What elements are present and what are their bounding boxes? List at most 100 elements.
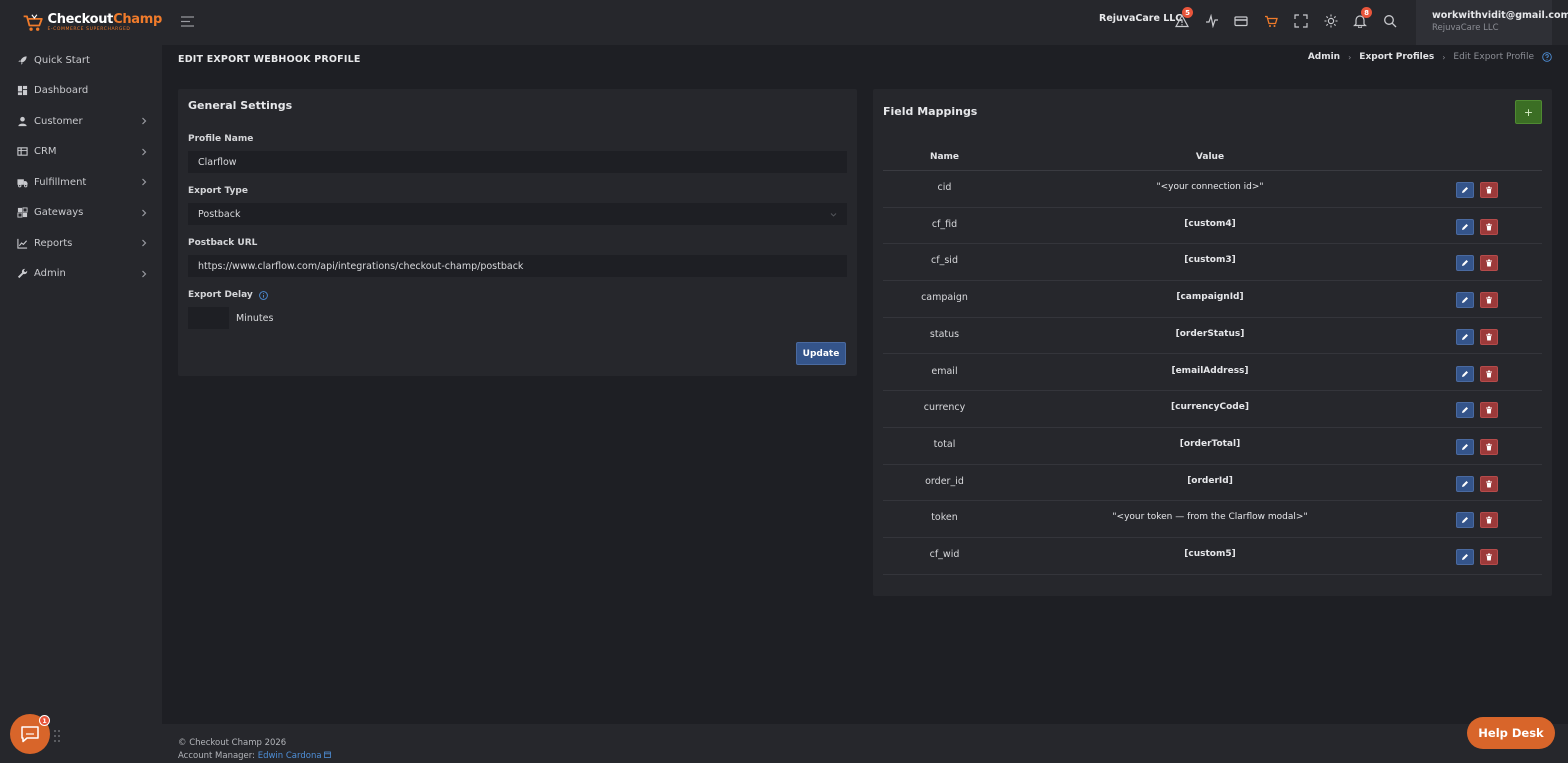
delete-mapping-button[interactable] — [1480, 512, 1498, 529]
edit-mapping-button[interactable] — [1456, 218, 1474, 235]
edit-mapping-button[interactable] — [1456, 292, 1474, 309]
breadcrumb: Admin › Export Profiles › Edit Export Pr… — [1308, 52, 1552, 62]
delete-mapping-button[interactable] — [1480, 255, 1498, 272]
sidebar-item-label: Quick Start — [34, 54, 90, 66]
chevron-right-icon — [142, 178, 147, 186]
credit-card-icon[interactable] — [1234, 14, 1248, 28]
delete-mapping-button[interactable] — [1480, 402, 1498, 419]
delete-mapping-button[interactable] — [1480, 549, 1498, 565]
chevron-down-icon — [830, 213, 837, 217]
trash-icon — [1486, 296, 1492, 304]
search-icon[interactable] — [1383, 14, 1397, 28]
mapping-value: [orderTotal] — [1179, 438, 1241, 449]
help-desk-button[interactable]: Help Desk — [1467, 717, 1555, 749]
breadcrumb-export-profiles[interactable]: Export Profiles — [1359, 52, 1434, 62]
delete-mapping-button[interactable] — [1480, 218, 1498, 235]
delete-mapping-button[interactable] — [1480, 328, 1498, 345]
sidebar-item-label: Gateways — [34, 207, 84, 219]
user-icon — [17, 116, 28, 127]
pencil-icon — [1462, 517, 1468, 524]
pencil-icon — [1462, 297, 1468, 304]
add-mapping-button[interactable]: + — [1515, 100, 1542, 124]
edit-mapping-button[interactable] — [1456, 255, 1474, 272]
sidebar-item-admin[interactable]: Admin — [0, 259, 162, 290]
delete-mapping-button[interactable] — [1480, 475, 1498, 492]
edit-mapping-button[interactable] — [1456, 549, 1474, 565]
sidebar-item-quick-start[interactable]: Quick Start — [0, 45, 162, 76]
edit-mapping-button[interactable] — [1456, 438, 1474, 455]
profile-name-input[interactable]: Clarflow — [188, 151, 847, 173]
edit-mapping-button[interactable] — [1456, 365, 1474, 382]
export-delay-input[interactable] — [188, 307, 229, 329]
export-delay-label: Export Delay — [188, 290, 253, 300]
general-settings-card: General Settings Profile Name Clarflow E… — [178, 89, 857, 376]
account-manager-link[interactable]: Edwin Cardona — [258, 751, 322, 761]
help-circle-icon[interactable] — [1542, 52, 1552, 62]
update-button[interactable]: Update — [796, 342, 846, 365]
company-switcher[interactable]: RejuvaCare LLC — [1099, 13, 1182, 24]
info-icon[interactable] — [258, 290, 268, 300]
trash-icon — [1486, 406, 1492, 414]
fullscreen-icon[interactable] — [1294, 14, 1308, 28]
sidebar-item-reports[interactable]: Reports — [0, 228, 162, 259]
sidebar: CheckoutChamp E-COMMERCE SUPERCHARGED Qu… — [0, 0, 162, 763]
brand-logo[interactable]: CheckoutChamp E-COMMERCE SUPERCHARGED — [0, 0, 162, 45]
activity-icon[interactable] — [1205, 14, 1219, 28]
drag-handle-icon[interactable] — [53, 729, 61, 743]
field-mappings-card: Field Mappings + Name Value cid "<your co… — [873, 89, 1552, 596]
cart-icon[interactable] — [1264, 14, 1278, 28]
trash-icon — [1486, 186, 1492, 194]
export-type-value: Postback — [198, 208, 241, 220]
calendar-icon[interactable] — [324, 751, 332, 758]
trash-icon — [1486, 516, 1492, 524]
postback-url-input[interactable]: https://www.clarflow.com/api/integration… — [188, 255, 847, 277]
chevron-right-icon — [142, 117, 147, 125]
export-delay-label-row: Export Delay — [188, 290, 268, 300]
mapping-value: [orderStatus] — [1175, 328, 1245, 339]
trash-icon — [1486, 370, 1492, 377]
edit-mapping-button[interactable] — [1456, 475, 1474, 492]
mapping-name: cid — [937, 182, 952, 193]
mapping-name: cf_fid — [931, 218, 958, 230]
trash-icon — [1486, 223, 1492, 231]
column-header-value: Value — [1195, 152, 1225, 162]
sidebar-item-customer[interactable]: Customer — [0, 106, 162, 137]
menu-toggle-icon[interactable] — [181, 16, 194, 27]
chevron-right-icon: › — [1442, 52, 1446, 62]
profile-name-label: Profile Name — [188, 134, 254, 144]
sidebar-item-label: Customer — [34, 115, 83, 127]
pencil-icon — [1462, 187, 1468, 193]
user-email: workwithvidit@gmail.com — [1432, 10, 1568, 21]
delete-mapping-button[interactable] — [1480, 292, 1498, 309]
pencil-icon — [1462, 443, 1468, 450]
breadcrumb-admin[interactable]: Admin — [1308, 52, 1340, 62]
notifications-badge: 8 — [1361, 7, 1372, 18]
mapping-value: [emailAddress] — [1171, 365, 1249, 376]
edit-mapping-button[interactable] — [1456, 512, 1474, 529]
sidebar-item-gateways[interactable]: Gateways — [0, 198, 162, 229]
edit-mapping-button[interactable] — [1456, 402, 1474, 419]
table-row: campaign [campaignId] — [883, 281, 1542, 318]
sun-icon[interactable] — [1324, 14, 1338, 28]
sidebar-item-crm[interactable]: CRM — [0, 137, 162, 168]
sidebar-item-dashboard[interactable]: Dashboard — [0, 76, 162, 107]
footer: © Checkout Champ 2026 Account Manager: E… — [162, 724, 1568, 763]
mapping-value: [orderId] — [1187, 475, 1233, 486]
export-type-select[interactable]: Postback — [188, 203, 847, 225]
edit-mapping-button[interactable] — [1456, 182, 1474, 198]
mapping-name: status — [929, 328, 960, 340]
table-row: cf_fid [custom4] — [883, 208, 1542, 245]
delete-mapping-button[interactable] — [1480, 182, 1498, 198]
dashboard-icon — [17, 85, 28, 96]
table-row: token "<your token — from the Clarflow mo… — [883, 501, 1542, 538]
sidebar-item-label: Fulfillment — [34, 176, 87, 188]
topbar: RejuvaCare LLC 5 8 workwithvidit@gmail.c… — [162, 0, 1568, 45]
mapping-value: [custom3] — [1184, 255, 1236, 266]
user-menu[interactable]: workwithvidit@gmail.com RejuvaCare LLC — [1416, 0, 1568, 45]
sidebar-item-fulfillment[interactable]: Fulfillment — [0, 167, 162, 198]
mapping-name: token — [931, 512, 958, 524]
user-company: RejuvaCare LLC — [1432, 23, 1499, 33]
delete-mapping-button[interactable] — [1480, 438, 1498, 455]
edit-mapping-button[interactable] — [1456, 328, 1474, 345]
delete-mapping-button[interactable] — [1480, 365, 1498, 382]
